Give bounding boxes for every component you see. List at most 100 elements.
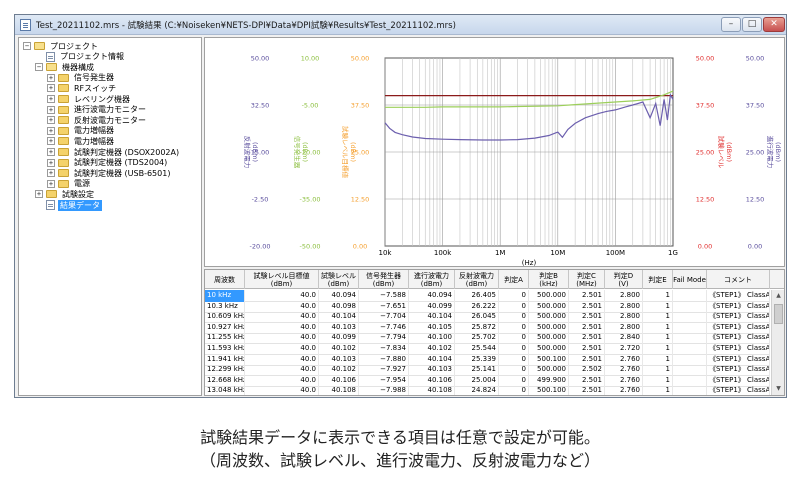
column-header-text: 判定B: [539, 271, 558, 280]
expand-icon[interactable]: +: [47, 158, 55, 167]
y-tick-label: 32.50: [251, 102, 270, 110]
minimize-button[interactable]: –: [721, 17, 741, 32]
x-tick-label: 100M: [606, 249, 625, 257]
y-axis-label: 試験レベル: [717, 136, 726, 169]
app-icon: [20, 19, 31, 31]
folder-icon: [58, 126, 69, 135]
expand-icon[interactable]: +: [47, 105, 55, 114]
column-header[interactable]: 判定C (MHz): [569, 270, 605, 289]
expand-icon[interactable]: +: [47, 116, 55, 125]
expand-icon[interactable]: +: [47, 73, 55, 82]
column-header[interactable]: 周波数: [205, 270, 245, 289]
table-header: 周波数 試験レベル目標値 (dBm) 試験レベル (dBm) 信号発生器 (dBm) 進行波電…: [205, 270, 784, 289]
y-tick-label: -20.00: [250, 243, 271, 251]
column-header-text: (dBm): [327, 279, 350, 288]
collapse-icon[interactable]: −: [35, 63, 43, 72]
column-header[interactable]: Fail Mode: [673, 270, 707, 289]
y-tick-label: 50.00: [351, 55, 370, 63]
tree-item[interactable]: + 試験判定機器 (TDS2004): [47, 158, 169, 168]
tree-item[interactable]: + レベリング機器: [47, 94, 132, 104]
scroll-up-icon[interactable]: ▲: [772, 290, 784, 302]
folder-icon: [58, 105, 69, 114]
column-header[interactable]: 判定B (kHz): [529, 270, 569, 289]
column-header[interactable]: 判定D (V): [605, 270, 643, 289]
tree-item[interactable]: + 進行波電力モニター: [47, 105, 148, 115]
column-header-text: 進行波電力: [414, 271, 449, 280]
y-axis-label: (dBm): [725, 142, 733, 162]
expand-icon[interactable]: +: [47, 179, 55, 188]
column-header-text: 判定A: [504, 275, 523, 284]
scroll-down-icon[interactable]: ▼: [772, 383, 784, 395]
table-cell: [673, 385, 707, 395]
column-header-text: 判定E: [648, 275, 667, 284]
tree-item[interactable]: + 電力増幅器: [47, 126, 116, 136]
x-tick-label: 1M: [495, 249, 506, 257]
column-header[interactable]: 試験レベル目標値 (dBm): [245, 270, 319, 289]
maximize-button[interactable]: □: [742, 17, 762, 32]
app-window: Test_20211102.mrs - 試験結果 (C:¥Noiseken¥NE…: [14, 14, 787, 398]
tree-item[interactable]: + 試験設定: [35, 189, 96, 199]
expand-icon[interactable]: +: [47, 148, 55, 156]
tree-item[interactable]: − プロジェクト: [23, 41, 100, 51]
expand-icon[interactable]: +: [35, 190, 43, 199]
collapse-icon[interactable]: −: [23, 42, 31, 50]
tree-item[interactable]: + 試験判定機器 (DSOX2002A): [47, 147, 181, 157]
table-row[interactable]: 13.048 kHz 40.0 40.108 −7.988 40.108 24.824 0 5…: [205, 385, 770, 395]
tree-item-label: 結果データ: [58, 199, 102, 211]
column-header[interactable]: コメント: [707, 270, 770, 289]
project-tree[interactable]: − プロジェクト プロジェクト情報 − 機器構成 + 信号発生器 + RFスイッチ + レベリング機…: [18, 37, 202, 396]
tree-item[interactable]: プロジェクト情報: [35, 51, 126, 62]
column-header[interactable]: 進行波電力 (dBm): [409, 270, 455, 289]
expand-icon[interactable]: +: [47, 126, 55, 135]
tree-item[interactable]: 結果データ: [35, 199, 102, 211]
folder-icon: [58, 158, 69, 167]
x-tick-label: 1G: [668, 249, 678, 257]
table-cell: −7.988: [359, 385, 409, 395]
tree-item[interactable]: + 電源: [47, 179, 92, 189]
scroll-thumb[interactable]: [774, 304, 783, 324]
vertical-scrollbar[interactable]: ▲ ▼: [771, 290, 784, 395]
tree-item[interactable]: + 反射波電力モニター: [47, 115, 148, 125]
column-header-text: (V): [618, 279, 629, 288]
tree-item-label: 機器構成: [62, 62, 94, 72]
y-tick-label: -5.00: [302, 102, 319, 110]
tree-item[interactable]: + 試験判定機器 (USB-6501): [47, 168, 172, 178]
y-axis-label: 信号発生器: [293, 136, 302, 169]
tree-item-label: 試験設定: [62, 189, 94, 199]
y-tick-label: 25.00: [746, 149, 765, 157]
tree-item[interactable]: − 機器構成: [35, 62, 96, 72]
result-chart: 10k 100k 1M 10M 100M 1G (Hz) 50.00 32.50 15.00 -2.…: [204, 37, 785, 267]
x-tick-label: 10k: [379, 249, 393, 257]
column-header[interactable]: 信号発生器 (dBm): [359, 270, 409, 289]
title-bar[interactable]: Test_20211102.mrs - 試験結果 (C:¥Noiseken¥NE…: [15, 15, 786, 35]
x-tick-label: 10M: [550, 249, 565, 257]
column-header[interactable]: 判定A: [499, 270, 529, 289]
y-tick-label: 0.00: [353, 243, 367, 251]
tree-item[interactable]: + RFスイッチ: [47, 83, 118, 93]
y-tick-label: -50.00: [300, 243, 321, 251]
expand-icon[interactable]: +: [47, 84, 55, 93]
expand-icon[interactable]: +: [47, 137, 55, 146]
y-tick-label: 0.00: [698, 243, 712, 251]
folder-open-icon: [34, 42, 45, 50]
column-header-text: (kHz): [539, 279, 558, 288]
column-header-text: (MHz): [576, 279, 597, 288]
tree-item[interactable]: + 信号発生器: [47, 73, 116, 83]
folder-icon: [58, 84, 69, 93]
x-axis-label: (Hz): [522, 259, 537, 266]
close-button[interactable]: ✕: [763, 17, 785, 32]
table-cell: 40.108: [319, 385, 359, 395]
column-header[interactable]: 試験レベル (dBm): [319, 270, 359, 289]
column-header[interactable]: 判定E: [643, 270, 673, 289]
table-cell: 40.0: [245, 385, 319, 395]
expand-icon[interactable]: +: [47, 169, 55, 178]
tree-item[interactable]: + 電力増幅器: [47, 136, 116, 146]
column-header[interactable]: 反射波電力 (dBm): [455, 270, 499, 289]
table-cell: 13.048 kHz: [205, 385, 245, 395]
y-tick-label: 0.00: [748, 243, 762, 251]
document-icon: [46, 200, 55, 210]
tree-item-label: 進行波電力モニター: [74, 105, 146, 115]
expand-icon[interactable]: +: [47, 95, 55, 103]
result-table[interactable]: 周波数 試験レベル目標値 (dBm) 試験レベル (dBm) 信号発生器 (dBm) 進行波電…: [204, 269, 785, 396]
